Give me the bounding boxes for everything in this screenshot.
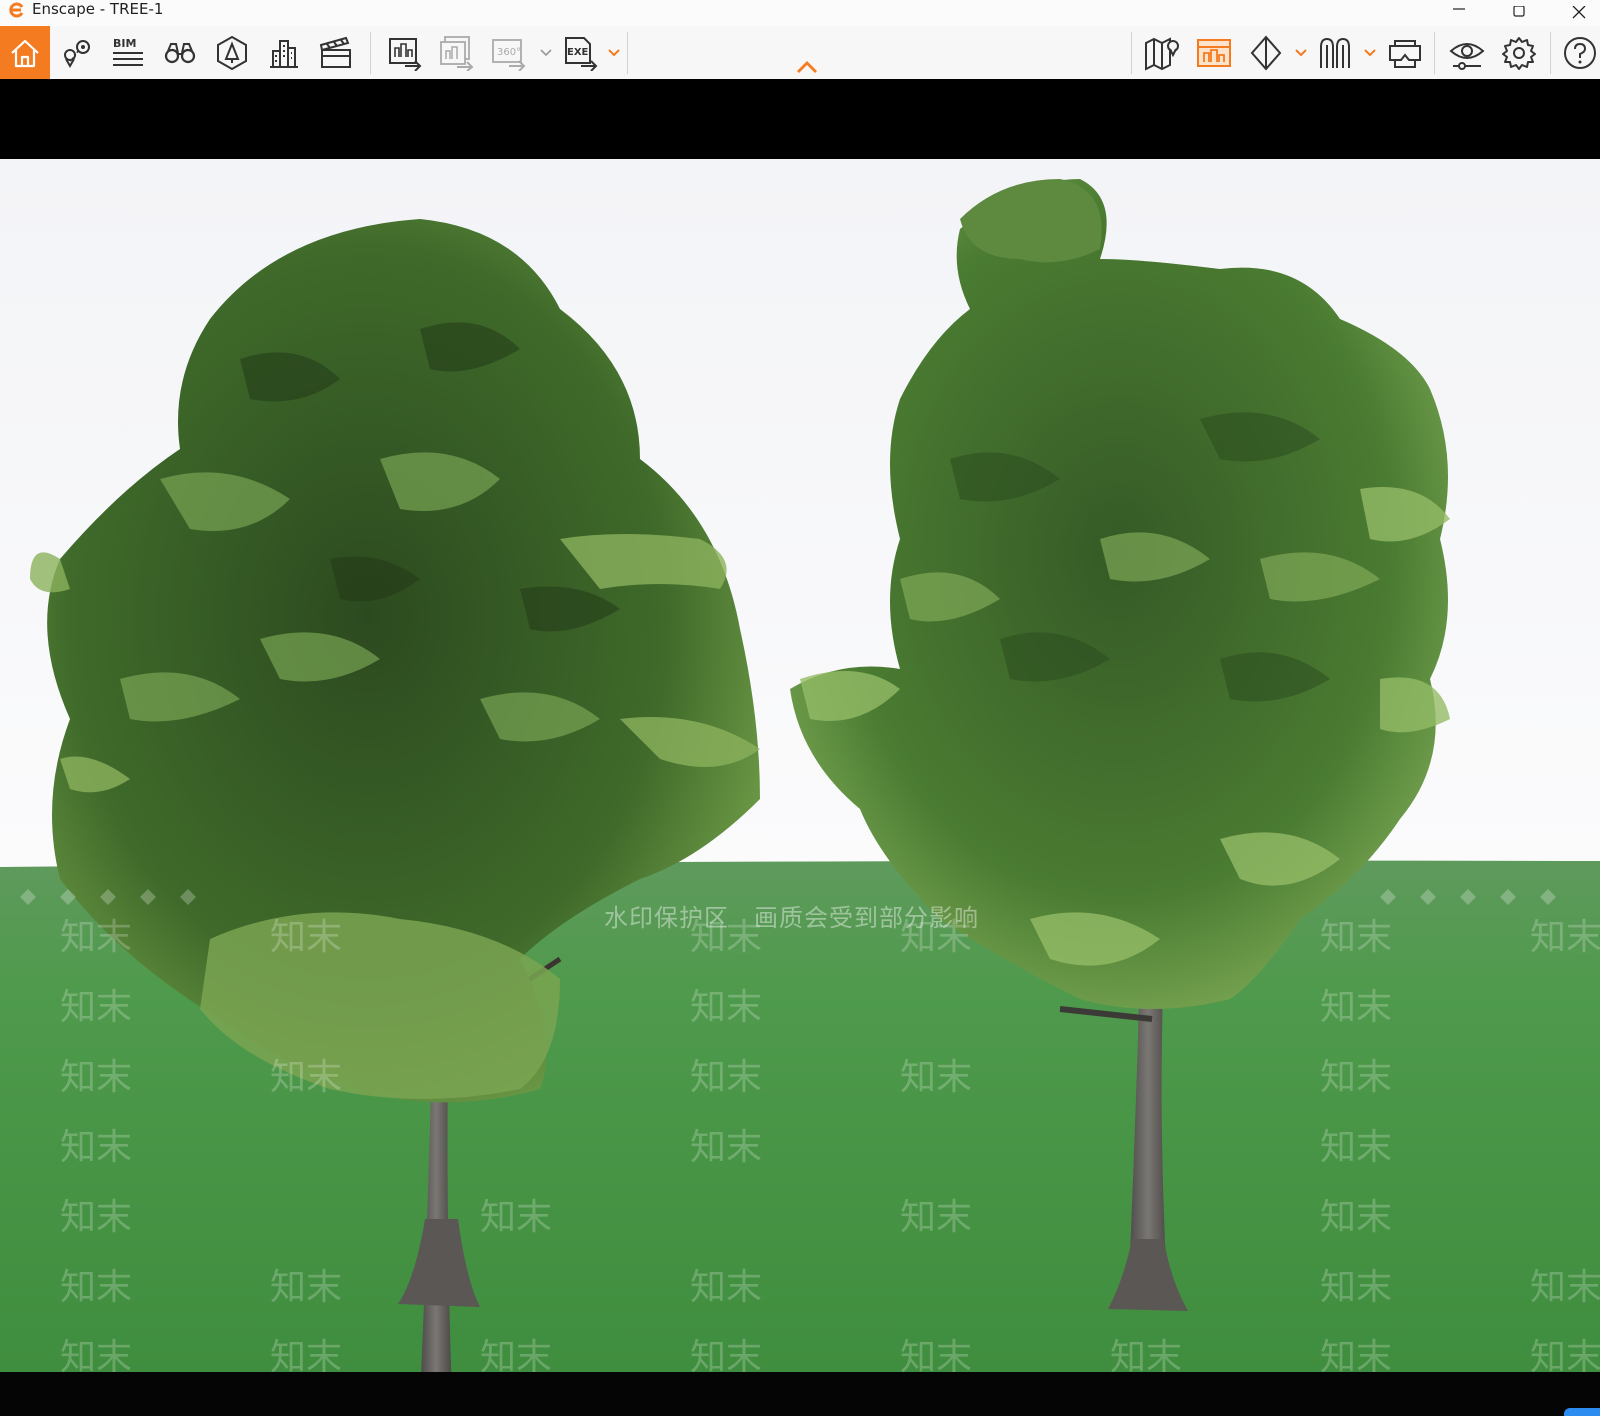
view-mode-button[interactable] xyxy=(1241,26,1291,79)
toolbar-separator xyxy=(1131,32,1132,74)
vr-headset-icon xyxy=(1389,39,1421,68)
close-button[interactable] xyxy=(1550,0,1600,26)
location-pins-icon xyxy=(64,39,90,68)
watermark-logo: 知末 xyxy=(1320,917,1392,958)
people-icon xyxy=(1320,37,1350,68)
watermark-logo: 知末 xyxy=(1320,1197,1392,1238)
render-viewport[interactable]: 知末 知末 知末 知末 知末 知末 知末 知末 知末 知末 知末 知末 知末 知… xyxy=(0,159,1600,1372)
watermark-logo: 知末 xyxy=(900,1337,972,1372)
export-exe-button[interactable]: EXE xyxy=(556,26,606,79)
toolbar-separator xyxy=(370,32,371,74)
visual-settings-button[interactable] xyxy=(1442,26,1492,79)
views-button[interactable] xyxy=(51,26,101,79)
asset-library-icon xyxy=(217,35,247,70)
watermark-logo: 知末 xyxy=(900,1197,972,1238)
watermark-logo: 知末 xyxy=(60,987,132,1028)
minimize-button[interactable] xyxy=(1430,0,1488,26)
panorama-button[interactable]: 360° xyxy=(484,26,534,79)
collapse-toolbar-chevron-icon[interactable] xyxy=(796,60,818,74)
help-button[interactable] xyxy=(1555,26,1600,79)
watermark-logo: 知末 xyxy=(270,1337,342,1372)
watermark-logo: 知末 xyxy=(60,1337,132,1372)
chevron-down-icon[interactable] xyxy=(1294,46,1308,60)
export-exe-icon: EXE xyxy=(565,36,598,71)
watermark-logo: 知末 xyxy=(1530,1337,1600,1372)
enscape-logo-icon xyxy=(9,2,24,18)
view-mode-icon xyxy=(1250,34,1282,71)
watermark-logo: 知末 xyxy=(60,1267,132,1308)
watermark-logo: 知末 xyxy=(1320,1267,1392,1308)
close-icon xyxy=(1572,6,1586,19)
viewport-letterbox-bottom xyxy=(0,1372,1600,1416)
watermark-logo: 知末 xyxy=(690,987,762,1028)
home-button[interactable] xyxy=(0,26,50,79)
people-button[interactable] xyxy=(1310,26,1360,79)
bim-info-icon: BIM xyxy=(113,37,143,66)
batch-render-icon xyxy=(440,35,474,71)
watermark-logo: 知末 xyxy=(690,1057,762,1098)
watermark-logo: 知末 xyxy=(270,1057,342,1098)
chevron-down-icon[interactable] xyxy=(539,46,553,60)
svg-text:360°: 360° xyxy=(497,47,521,58)
toolbar-separator xyxy=(627,32,628,74)
watermark-logo: 知末 xyxy=(1530,917,1600,958)
chevron-down-icon[interactable] xyxy=(607,46,621,60)
bim-info-button[interactable]: BIM xyxy=(103,26,153,79)
home-icon xyxy=(11,39,39,67)
maximize-button[interactable] xyxy=(1490,0,1548,26)
enscape-toolbar: BIM 360° EXE xyxy=(0,26,1600,80)
svg-text:BIM: BIM xyxy=(113,37,136,50)
toolbar-separator xyxy=(1550,32,1551,74)
buildings-icon xyxy=(270,39,298,68)
watermark-logo: 知末 xyxy=(1320,1337,1392,1372)
gear-icon xyxy=(1502,36,1536,70)
watermark-notice: 水印保护区 画质会受到部分影响 xyxy=(604,904,979,932)
vr-headset-button[interactable] xyxy=(1380,26,1430,79)
watermark-logo: 知末 xyxy=(270,1267,342,1308)
sketch-mode-icon xyxy=(1197,38,1231,67)
watermark-logo: 知末 xyxy=(60,1197,132,1238)
help-icon xyxy=(1564,36,1596,69)
watermark-logo: 知末 xyxy=(1320,1057,1392,1098)
window-title: Enscape - TREE-1 xyxy=(32,0,164,18)
render-screenshot-icon xyxy=(389,37,422,71)
binoculars-icon xyxy=(164,42,196,63)
svg-text:EXE: EXE xyxy=(567,47,589,58)
watermark-logo: 知末 xyxy=(1320,987,1392,1028)
map-button[interactable] xyxy=(1137,26,1187,79)
clapperboard-icon xyxy=(319,36,351,68)
sketch-mode-button[interactable] xyxy=(1189,26,1239,79)
watermark-logo: 知末 xyxy=(1110,1337,1182,1372)
watermark-logo: 知末 xyxy=(60,1057,132,1098)
map-pin-icon xyxy=(1145,36,1179,71)
minimize-icon xyxy=(1453,8,1465,10)
eye-settings-icon xyxy=(1449,42,1485,70)
watermark-logo: 知末 xyxy=(1320,1127,1392,1168)
watermark-logo: 知末 xyxy=(690,1337,762,1372)
watermark-logo: 知末 xyxy=(60,917,132,958)
scene-render: 知末 知末 知末 知末 知末 知末 知末 知末 知末 知末 知末 知末 知末 知… xyxy=(0,159,1600,1372)
viewport-letterbox-top xyxy=(0,79,1600,159)
watermark-logo: 知末 xyxy=(480,1197,552,1238)
chevron-down-icon[interactable] xyxy=(1363,46,1377,60)
panorama-icon: 360° xyxy=(492,38,526,71)
batch-render-button[interactable] xyxy=(432,26,482,79)
video-editor-button[interactable] xyxy=(311,26,361,79)
corner-indicator xyxy=(1564,1408,1600,1416)
site-context-button[interactable] xyxy=(259,26,309,79)
toolbar-separator xyxy=(1434,32,1435,74)
watermark-logo: 知末 xyxy=(60,1127,132,1168)
maximize-icon xyxy=(1513,6,1525,17)
settings-button[interactable] xyxy=(1494,26,1544,79)
walk-mode-button[interactable] xyxy=(155,26,205,79)
watermark-logo: 知末 xyxy=(690,1267,762,1308)
render-image-button[interactable] xyxy=(380,26,430,79)
watermark-logo: 知末 xyxy=(270,917,342,958)
asset-library-button[interactable] xyxy=(207,26,257,79)
title-bar: Enscape - TREE-1 xyxy=(0,0,1600,26)
watermark-logo: 知末 xyxy=(900,1057,972,1098)
watermark-logo: 知末 xyxy=(690,1127,762,1168)
watermark-logo: 知末 xyxy=(480,1337,552,1372)
watermark-logo: 知末 xyxy=(1530,1267,1600,1308)
